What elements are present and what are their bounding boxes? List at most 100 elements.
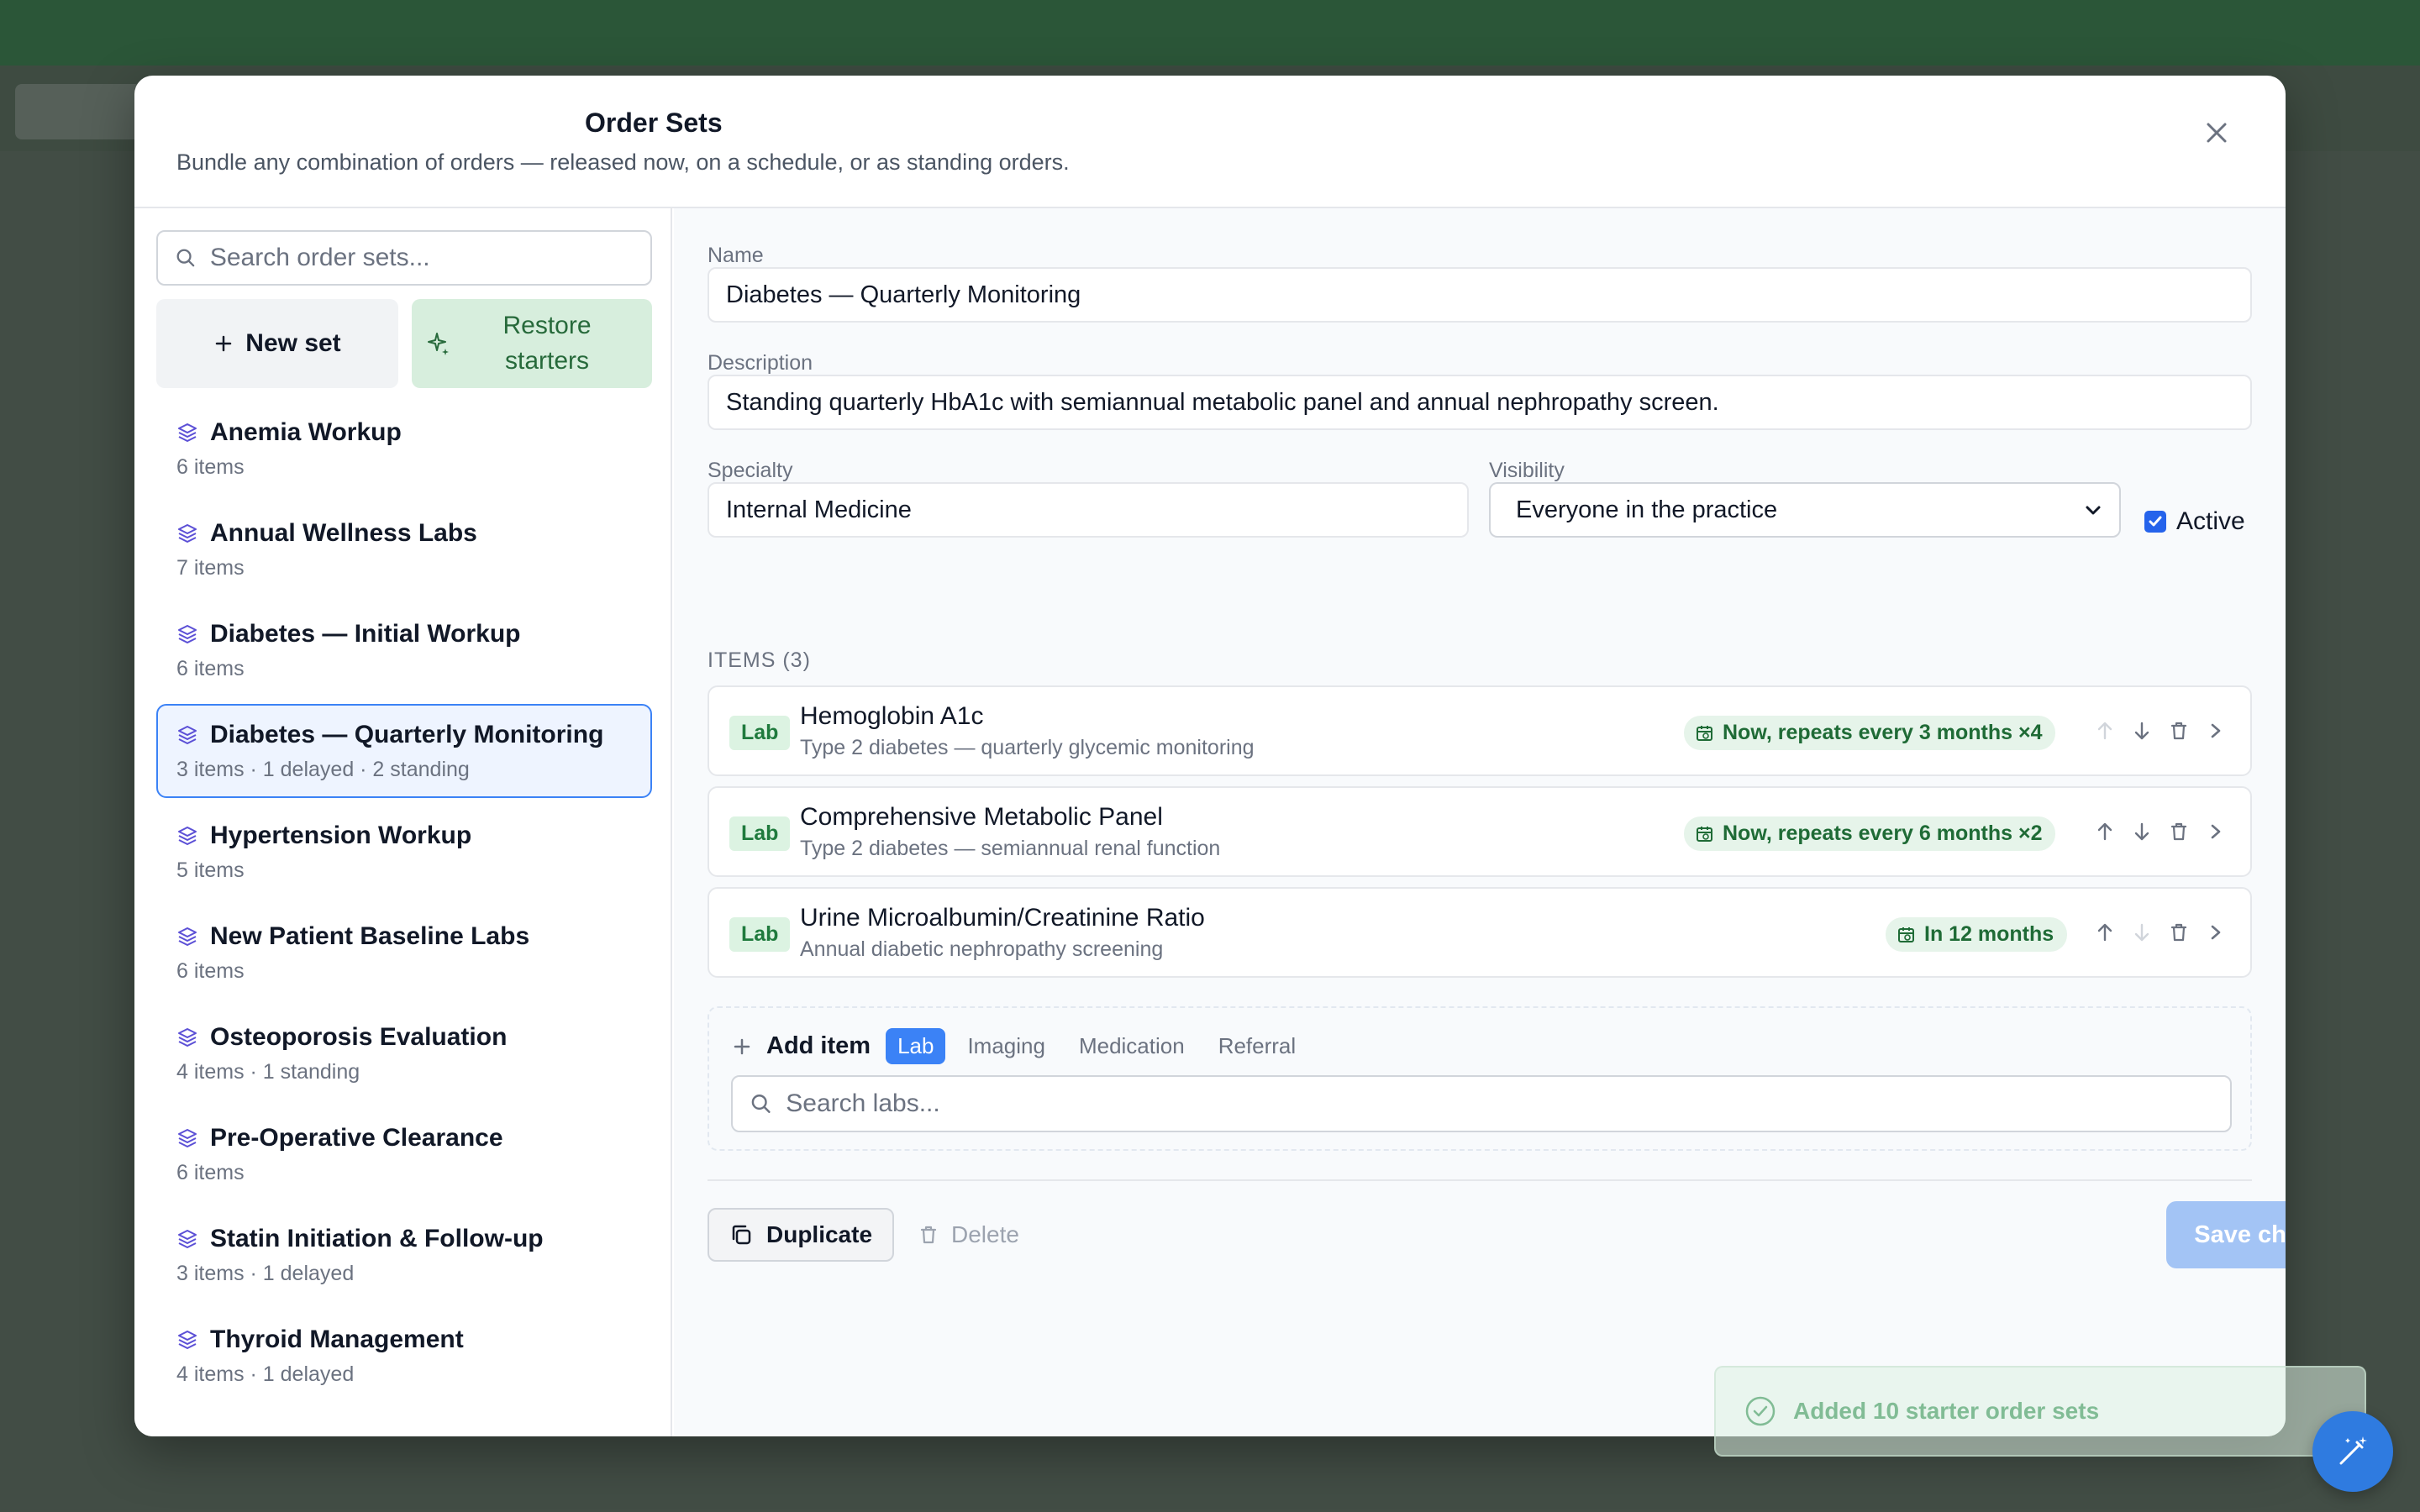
add-item-search[interactable] — [731, 1075, 2232, 1132]
order-set-editor: Name Diabetes — Quarterly Monitoring Des… — [674, 208, 2286, 1436]
order-set-list-item[interactable]: Diabetes — Quarterly Monitoring 3 items ·… — [156, 704, 652, 798]
description-field[interactable]: Standing quarterly HbA1c with semiannual… — [708, 375, 2252, 430]
expand-item-button[interactable] — [2207, 719, 2225, 743]
check-circle-icon — [1745, 1396, 1776, 1426]
calendar-clock-icon — [1697, 725, 1712, 741]
order-set-list-item[interactable]: Osteoporosis Evaluation 4 items · 1 stand… — [156, 1006, 652, 1100]
schedule-badge[interactable]: Now, repeats every 6 months ×2 — [1684, 816, 2056, 851]
arrow-down-icon — [2134, 822, 2149, 841]
expand-item-button[interactable] — [2207, 820, 2225, 843]
calendar-clock-icon — [1898, 927, 1914, 942]
order-set-name: Hypertension Workup — [176, 822, 650, 850]
active-checkbox[interactable] — [2144, 511, 2166, 533]
name-label: Name — [708, 244, 764, 267]
order-set-list-item[interactable]: Annual Wellness Labs 7 items — [156, 502, 652, 596]
add-item-label: Add item — [766, 1032, 871, 1059]
specialty-label: Specialty — [708, 459, 793, 482]
order-set-meta: 6 items — [176, 1161, 245, 1184]
move-down-button[interactable] — [2133, 719, 2151, 743]
chevron-right-icon — [2211, 723, 2221, 738]
specialty-field[interactable]: Internal Medicine — [708, 482, 1469, 538]
check-icon — [2149, 516, 2162, 527]
order-set-list-item[interactable]: Thyroid Management 4 items · 1 delayed — [156, 1309, 652, 1403]
arrow-up-icon — [2097, 822, 2112, 841]
order-set-list-item[interactable]: Hypertension Workup 5 items — [156, 805, 652, 899]
order-set-title: New Patient Baseline Labs — [210, 922, 530, 950]
move-down-button[interactable] — [2133, 921, 2151, 944]
move-down-button[interactable] — [2133, 820, 2151, 843]
layers-icon — [178, 1230, 197, 1248]
order-set-name: Osteoporosis Evaluation — [176, 1023, 650, 1052]
order-item-row[interactable]: Lab Urine Microalbumin/Creatinine Ratio An… — [708, 887, 2252, 978]
order-set-search-input[interactable] — [209, 244, 634, 272]
name-field[interactable]: Diabetes — Quarterly Monitoring — [708, 267, 2252, 323]
order-set-name: Diabetes — Quarterly Monitoring — [176, 721, 650, 749]
calendar-clock-icon — [1697, 826, 1712, 842]
item-description: Type 2 diabetes — quarterly glycemic mon… — [800, 736, 1255, 759]
order-set-title: Anemia Workup — [210, 418, 402, 446]
schedule-badge[interactable]: In 12 months — [1886, 917, 2068, 952]
order-set-list-item[interactable]: Diabetes — Initial Workup 6 items — [156, 603, 652, 697]
order-set-title: Hypertension Workup — [210, 822, 472, 849]
order-set-meta: 5 items — [176, 858, 245, 882]
modal-subtitle: Bundle any combination of orders — relea… — [176, 150, 1070, 175]
move-up-button[interactable] — [2096, 719, 2114, 743]
item-type-tag: Lab — [729, 816, 791, 851]
arrow-up-icon — [2097, 722, 2112, 740]
move-up-button[interactable] — [2096, 921, 2114, 944]
visibility-select[interactable]: Everyone in the practice — [1489, 482, 2121, 538]
order-set-list-item[interactable]: Statin Initiation & Follow-up 3 items · 1… — [156, 1208, 652, 1302]
item-type-tab[interactable]: Imaging — [955, 1028, 1057, 1064]
restore-starters-button[interactable]: Restore starters — [412, 299, 652, 388]
trash-icon — [2170, 923, 2187, 942]
trash-icon — [2170, 722, 2187, 740]
chevron-right-icon — [2211, 925, 2221, 940]
item-type-tab[interactable]: Medication — [1067, 1028, 1197, 1064]
magic-wand-button[interactable] — [2312, 1411, 2393, 1492]
plus-icon — [734, 1038, 750, 1054]
order-set-name: Anemia Workup — [176, 418, 650, 447]
order-set-list-item[interactable]: Anemia Workup 6 items — [156, 402, 652, 496]
delete-item-button[interactable] — [2170, 719, 2188, 743]
duplicate-button[interactable]: Duplicate — [708, 1208, 895, 1262]
order-set-meta: 4 items · 1 standing — [176, 1060, 360, 1084]
search-icon — [751, 1095, 771, 1113]
order-set-list-item[interactable]: Pre-Operative Clearance 6 items — [156, 1107, 652, 1201]
row-actions — [2096, 921, 2225, 944]
layers-icon — [178, 423, 197, 442]
delete-item-button[interactable] — [2170, 820, 2188, 843]
save-changes-button[interactable]: Save changes — [2166, 1201, 2286, 1268]
layers-icon — [178, 726, 197, 744]
active-toggle[interactable]: Active — [2144, 507, 2245, 536]
new-set-button[interactable]: New set — [156, 299, 398, 388]
order-set-meta: 3 items · 1 delayed · 2 standing — [176, 758, 470, 781]
order-set-meta: 6 items — [176, 455, 245, 479]
order-set-name: Thyroid Management — [176, 1326, 650, 1354]
item-name: Comprehensive Metabolic Panel — [800, 803, 1163, 831]
move-up-button[interactable] — [2096, 820, 2114, 843]
sparkle-icon — [428, 333, 449, 355]
order-set-meta: 6 items — [176, 657, 245, 680]
order-set-title: Statin Initiation & Follow-up — [210, 1225, 544, 1252]
delete-button[interactable]: Delete — [918, 1208, 1019, 1262]
delete-item-button[interactable] — [2170, 921, 2188, 944]
layers-icon — [178, 625, 197, 643]
item-type-tab[interactable]: Referral — [1207, 1028, 1307, 1064]
duplicate-label: Duplicate — [766, 1221, 873, 1247]
schedule-badge[interactable]: Now, repeats every 3 months ×4 — [1684, 716, 2056, 750]
expand-item-button[interactable] — [2207, 921, 2225, 944]
restore-starters-label: Restore starters — [502, 312, 592, 375]
arrow-up-icon — [2097, 923, 2112, 942]
delete-label: Delete — [951, 1221, 1019, 1247]
toast-notification: Added 10 starter order sets — [1714, 1366, 2366, 1457]
order-set-search[interactable] — [156, 230, 652, 286]
order-set-title: Diabetes — Initial Workup — [210, 620, 521, 648]
order-set-list-item[interactable]: New Patient Baseline Labs 6 items — [156, 906, 652, 1000]
order-item-row[interactable]: Lab Comprehensive Metabolic Panel Type 2 d… — [708, 786, 2252, 877]
item-type-tab[interactable]: Lab — [886, 1028, 946, 1064]
order-set-title: Pre-Operative Clearance — [210, 1124, 503, 1152]
order-set-name: Pre-Operative Clearance — [176, 1124, 650, 1152]
close-button[interactable] — [2198, 114, 2235, 151]
order-item-row[interactable]: Lab Hemoglobin A1c Type 2 diabetes — quart… — [708, 685, 2252, 776]
add-item-search-input[interactable] — [786, 1089, 2213, 1118]
